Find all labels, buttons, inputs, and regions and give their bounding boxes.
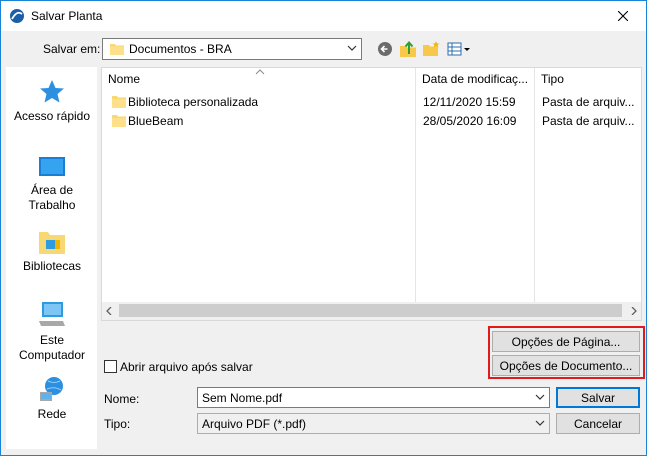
place-label: Rede [37, 407, 67, 421]
list-item[interactable]: BlueBeam 28/05/2020 16:09 Pasta de arqui… [102, 112, 641, 131]
folder-icon [112, 96, 126, 108]
scrollbar-thumb[interactable] [119, 304, 622, 317]
location-combo[interactable]: Documentos - BRA [102, 38, 362, 60]
view-menu-icon[interactable] [447, 40, 473, 58]
file-name-input[interactable]: Sem Nome.pdf [197, 387, 550, 408]
open-after-save-label: Abrir arquivo após salvar [120, 360, 253, 374]
place-label: Bibliotecas [22, 259, 82, 273]
place-label: Este Computador [18, 333, 86, 362]
save-button[interactable]: Salvar [556, 387, 640, 408]
open-after-save-checkbox[interactable] [104, 360, 117, 373]
scroll-right-icon[interactable] [631, 307, 637, 315]
file-name: Biblioteca personalizada [128, 95, 259, 109]
place-label: Acesso rápido [13, 109, 91, 123]
close-button[interactable] [600, 1, 646, 31]
file-list[interactable]: Nome Data de modificaç... Tipo Bibliotec… [101, 67, 642, 321]
save-in-label: Salvar em: [43, 42, 101, 56]
column-header-name[interactable]: Nome [102, 68, 415, 92]
app-logo-icon [10, 9, 24, 23]
horizontal-scrollbar[interactable] [102, 302, 641, 320]
column-header-date[interactable]: Data de modificaç... [416, 68, 534, 92]
folder-icon [112, 115, 126, 127]
name-label: Nome: [104, 392, 140, 406]
window-title: Salvar Planta [31, 9, 103, 23]
document-options-button[interactable]: Opções de Documento... [492, 355, 640, 376]
libraries-icon [39, 232, 65, 254]
location-value: Documentos - BRA [129, 42, 232, 56]
places-bar: Acesso rápido Área de Trabalho Bibliotec… [6, 67, 98, 449]
up-folder-icon[interactable] [398, 40, 418, 58]
chevron-down-icon [347, 45, 357, 51]
cancel-button[interactable]: Cancelar [556, 413, 640, 434]
desktop-icon [39, 157, 65, 176]
new-folder-icon[interactable] [421, 40, 441, 58]
list-item[interactable]: Biblioteca personalizada 12/11/2020 15:5… [102, 93, 641, 112]
page-options-button[interactable]: Opções de Página... [492, 331, 640, 352]
file-type: Pasta de arquiv... [542, 95, 635, 109]
file-type: Pasta de arquiv... [542, 114, 635, 128]
file-date: 28/05/2020 16:09 [423, 114, 517, 128]
folder-icon [110, 44, 124, 55]
close-icon [618, 11, 628, 21]
save-dialog: Salvar Planta Salvar em: Documentos - BR… [0, 0, 647, 456]
file-type-value: Arquivo PDF (*.pdf) [202, 417, 307, 431]
file-name: BlueBeam [128, 114, 184, 128]
star-icon [40, 80, 64, 103]
place-label: Área de Trabalho [28, 183, 76, 212]
chevron-down-icon[interactable] [535, 393, 545, 401]
chevron-down-icon [535, 420, 545, 426]
computer-icon [39, 302, 65, 326]
network-icon [40, 377, 63, 401]
type-label: Tipo: [104, 417, 131, 431]
file-date: 12/11/2020 15:59 [423, 95, 516, 109]
column-header-type[interactable]: Tipo [535, 68, 641, 92]
scroll-left-icon[interactable] [106, 307, 112, 315]
title-bar: Salvar Planta [1, 1, 646, 31]
file-name-value: Sem Nome.pdf [202, 391, 283, 405]
back-icon[interactable] [375, 40, 395, 58]
file-type-select[interactable]: Arquivo PDF (*.pdf) [197, 413, 550, 434]
